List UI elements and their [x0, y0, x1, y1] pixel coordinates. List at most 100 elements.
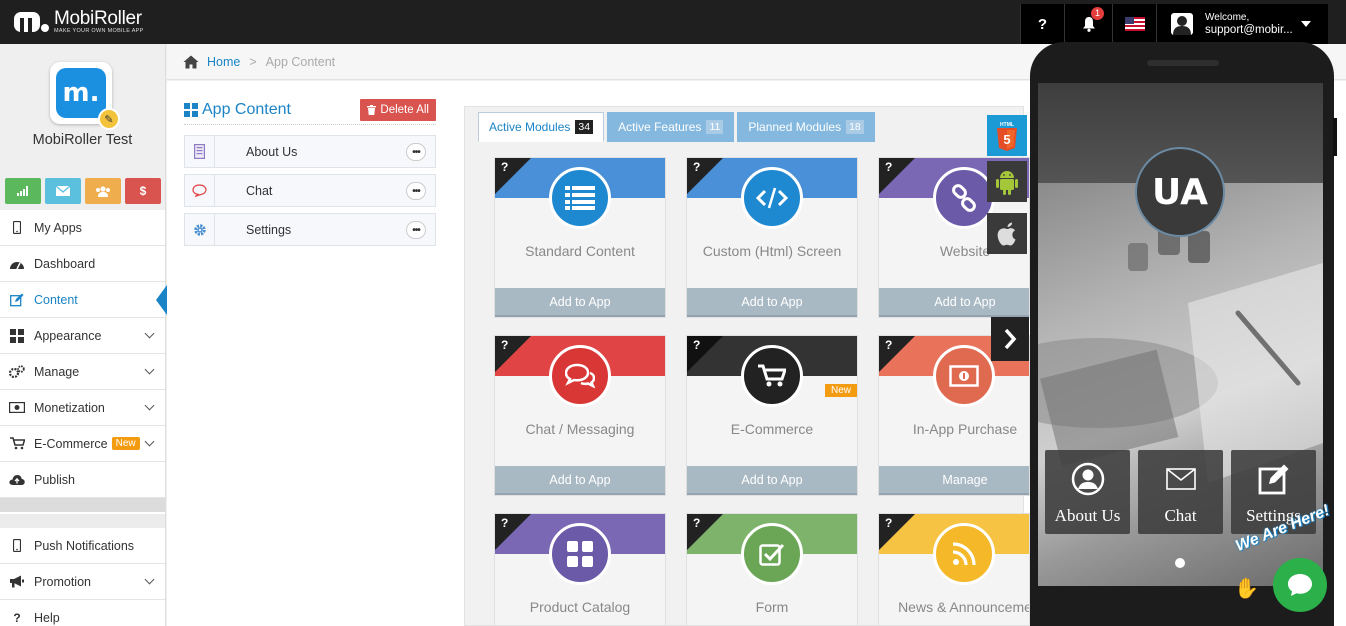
sidebar-item-e-commerce[interactable]: E-Commerce New	[0, 426, 165, 462]
module-title: Form	[755, 599, 789, 615]
collapse-preview-button[interactable]	[991, 317, 1029, 361]
phone-screen: UA About Us Chat Settings	[1038, 83, 1323, 586]
chevron-down-icon	[144, 574, 155, 585]
cart-icon	[741, 345, 803, 407]
help-icon[interactable]: ?	[885, 160, 892, 174]
chevron-down-icon	[144, 400, 155, 411]
mail-button[interactable]	[45, 178, 81, 204]
svg-text:HTML: HTML	[1000, 122, 1014, 128]
breadcrumb-home-link[interactable]: Home	[207, 55, 240, 69]
grid-icon	[8, 328, 26, 344]
user-menu[interactable]: Welcome, support@mobir...	[1156, 4, 1328, 44]
cart-icon	[8, 436, 26, 452]
help-icon[interactable]: ?	[693, 160, 700, 174]
sidebar: m. ✎ MobiRoller Test $ My Apps Dashboard…	[0, 44, 167, 626]
more-options-icon[interactable]: •••	[406, 143, 426, 161]
help-icon[interactable]: ?	[693, 516, 700, 530]
sidebar-item-label: E-Commerce	[34, 436, 108, 451]
help-icon[interactable]: ?	[501, 516, 508, 530]
ios-platform-button[interactable]	[987, 213, 1027, 254]
breadcrumb-separator: >	[249, 54, 257, 69]
delete-all-label: Delete All	[380, 103, 429, 116]
app-icon[interactable]: m. ✎	[50, 62, 120, 130]
sidebar-item-appearance[interactable]: Appearance	[0, 318, 165, 354]
cloud-upload-icon	[8, 472, 26, 488]
code-icon	[741, 167, 803, 229]
help-icon[interactable]: ?	[501, 338, 508, 352]
logo[interactable]: MobiRoller MAKE YOUR OWN MOBILE APP	[12, 8, 144, 36]
tab-planned-modules[interactable]: Planned Modules 18	[737, 112, 875, 142]
more-options-icon[interactable]: •••	[406, 182, 426, 200]
content-item-label: Chat	[246, 183, 273, 198]
chevron-down-icon	[144, 328, 155, 339]
money-button[interactable]: $	[125, 178, 161, 204]
sidebar-item-label: Promotion	[34, 574, 91, 589]
add-to-app-button[interactable]: Add to App	[687, 288, 857, 317]
tab-active-features[interactable]: Active Features 11	[607, 112, 735, 142]
gear-icon	[185, 214, 215, 245]
help-icon[interactable]: ?	[693, 338, 700, 352]
link-icon	[933, 167, 995, 229]
help-label: ?	[1037, 15, 1048, 33]
content-item-about-us[interactable]: About Us •••	[184, 135, 436, 168]
content-item-settings[interactable]: Settings •••	[184, 213, 436, 246]
sidebar-item-promotion[interactable]: Promotion	[0, 564, 165, 600]
phone-speaker	[1147, 60, 1219, 66]
brand-tagline: MAKE YOUR OWN MOBILE APP	[54, 27, 144, 34]
sidebar-item-push-notifications[interactable]: Push Notifications	[0, 528, 165, 564]
more-options-icon[interactable]: •••	[406, 221, 426, 239]
list-icon	[549, 167, 611, 229]
sidebar-item-dashboard[interactable]: Dashboard	[0, 246, 165, 282]
add-to-app-button[interactable]: Add to App	[495, 288, 665, 317]
bullhorn-icon	[8, 574, 26, 590]
mobile-icon	[8, 220, 26, 236]
sidebar-item-label: Dashboard	[34, 256, 96, 271]
add-to-app-button[interactable]: Add to App	[687, 466, 857, 495]
sidebar-item-label: Content	[34, 292, 78, 307]
content-item-chat[interactable]: Chat •••	[184, 174, 436, 207]
notifications-button[interactable]: 1	[1064, 4, 1112, 44]
language-button[interactable]	[1112, 4, 1156, 44]
module-card-custom-html: ? Custom (Html) Screen Add to App	[686, 157, 858, 318]
tab-count: 18	[846, 120, 864, 134]
help-icon[interactable]: ?	[885, 516, 892, 530]
check-icon	[741, 523, 803, 585]
stats-button[interactable]	[5, 178, 41, 204]
sidebar-item-manage[interactable]: Manage	[0, 354, 165, 390]
sidebar-item-my-apps[interactable]: My Apps	[0, 210, 165, 246]
us-flag-icon	[1124, 17, 1145, 31]
chat-bubble-icon	[1288, 574, 1312, 596]
add-to-app-button[interactable]: Add to App	[495, 466, 665, 495]
chevron-right-icon	[1004, 328, 1017, 350]
html5-platform-button[interactable]: HTML 5	[987, 115, 1027, 156]
tab-active-modules[interactable]: Active Modules 34	[478, 112, 605, 142]
live-chat-button[interactable]	[1273, 558, 1327, 612]
android-platform-button[interactable]	[987, 161, 1027, 202]
delete-all-button[interactable]: Delete All	[360, 98, 436, 121]
users-button[interactable]	[85, 178, 121, 204]
top-bar: MobiRoller MAKE YOUR OWN MOBILE APP ? 1	[0, 0, 1346, 44]
module-title: In-App Purchase	[912, 421, 1018, 437]
dashboard-icon	[8, 256, 26, 272]
sidebar-item-label: Push Notifications	[34, 538, 135, 553]
manage-button[interactable]: Manage	[879, 466, 1029, 495]
help-button[interactable]: ?	[1020, 4, 1064, 44]
mobile-icon	[8, 538, 26, 554]
android-icon	[996, 170, 1018, 195]
rss-icon	[933, 523, 995, 585]
pencil-icon[interactable]: ✎	[98, 108, 120, 130]
sidebar-item-help[interactable]: ? Help	[0, 600, 165, 626]
phone-tile-chat[interactable]: Chat	[1138, 450, 1223, 534]
sidebar-item-publish[interactable]: Publish	[0, 462, 165, 498]
help-icon[interactable]: ?	[885, 338, 892, 352]
wave-hand-icon: ✋	[1234, 578, 1259, 600]
chat-bubble-icon	[185, 175, 215, 206]
sidebar-item-content[interactable]: Content	[0, 282, 167, 318]
app-content-panel: App Content Delete All About Us ••• Chat…	[184, 95, 436, 252]
dollar-label: $	[139, 184, 147, 198]
add-to-app-button[interactable]: Add to App	[879, 288, 1029, 317]
module-title: Product Catalog	[529, 599, 631, 615]
sidebar-item-monetization[interactable]: Monetization	[0, 390, 165, 426]
phone-tile-about-us[interactable]: About Us	[1045, 450, 1130, 534]
help-icon[interactable]: ?	[501, 160, 508, 174]
